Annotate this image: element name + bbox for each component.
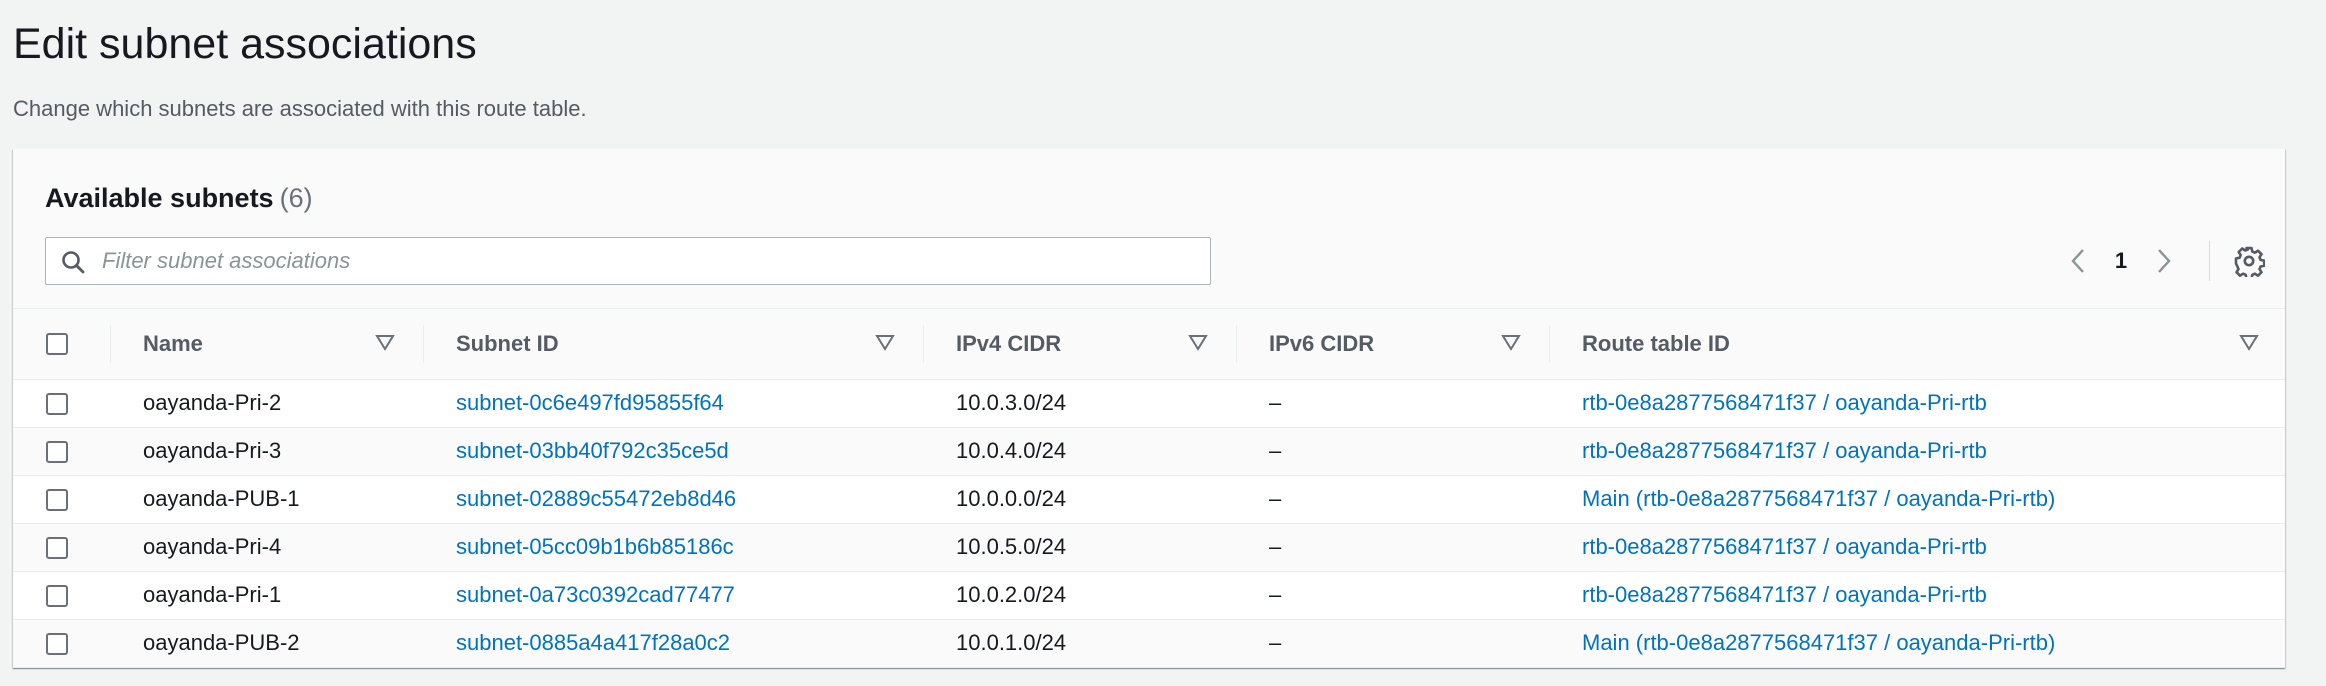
column-divider — [423, 325, 424, 364]
table-row[interactable]: oayanda-Pri-3 subnet-03bb40f792c35ce5d 1… — [13, 427, 2285, 475]
cell-ipv4-cidr: 10.0.4.0/24 — [956, 438, 1067, 463]
cell-name: oayanda-Pri-4 — [143, 534, 282, 559]
select-all-checkbox[interactable] — [46, 332, 68, 355]
subnet-id-link[interactable]: subnet-02889c55472eb8d46 — [456, 486, 736, 511]
route-table-link[interactable]: rtb-0e8a2877568471f37 / oayanda-Pri-rtb — [1582, 390, 1987, 415]
subnet-id-link[interactable]: subnet-0a73c0392cad77477 — [456, 582, 735, 607]
cell-ipv6-cidr: – — [1269, 486, 1282, 511]
page-description: Change which subnets are associated with… — [13, 96, 587, 121]
page: Edit subnet associations Change which su… — [0, 0, 2326, 686]
cell-ipv4-cidr: 10.0.3.0/24 — [956, 390, 1067, 415]
cell-ipv4-cidr: 10.0.5.0/24 — [956, 534, 1067, 559]
previous-page-button[interactable] — [2063, 243, 2093, 279]
cell-ipv6-cidr: – — [1269, 438, 1282, 463]
table-body: oayanda-Pri-2 subnet-0c6e497fd95855f64 1… — [13, 379, 2285, 667]
pagination: 1 — [2063, 241, 2179, 281]
column-divider — [1549, 325, 1550, 364]
column-header-ipv4-cidr[interactable]: IPv4 CIDR — [923, 309, 1236, 380]
panel-title-text: Available subnets — [45, 183, 274, 213]
route-table-link[interactable]: rtb-0e8a2877568471f37 / oayanda-Pri-rtb — [1582, 582, 1987, 607]
row-checkbox[interactable] — [46, 585, 68, 608]
column-label-route-table-id: Route table ID — [1582, 330, 1730, 356]
cell-ipv6-cidr: – — [1269, 630, 1282, 655]
column-label-ipv6-cidr: IPv6 CIDR — [1269, 330, 1375, 356]
cell-name: oayanda-PUB-1 — [143, 486, 300, 511]
cell-ipv6-cidr: – — [1269, 582, 1282, 607]
column-divider — [923, 325, 924, 364]
next-page-button[interactable] — [2149, 243, 2179, 279]
cell-name: oayanda-Pri-1 — [143, 582, 282, 607]
route-table-link[interactable]: Main (rtb-0e8a2877568471f37 / oayanda-Pr… — [1582, 630, 2055, 655]
subnet-id-link[interactable]: subnet-0c6e497fd95855f64 — [456, 390, 724, 415]
cell-name: oayanda-PUB-2 — [143, 630, 300, 655]
row-checkbox[interactable] — [46, 489, 68, 512]
sort-triangle-icon[interactable] — [375, 333, 395, 353]
table-row[interactable]: oayanda-PUB-2 subnet-0885a4a417f28a0c2 1… — [13, 619, 2285, 667]
row-checkbox[interactable] — [46, 441, 68, 464]
cell-ipv6-cidr: – — [1269, 534, 1282, 559]
subnet-id-link[interactable]: subnet-0885a4a417f28a0c2 — [456, 630, 730, 655]
column-divider — [110, 325, 111, 364]
table-row[interactable]: oayanda-Pri-1 subnet-0a73c0392cad77477 1… — [13, 571, 2285, 619]
column-label-ipv4-cidr: IPv4 CIDR — [956, 330, 1062, 356]
table-row[interactable]: oayanda-Pri-4 subnet-05cc09b1b6b85186c 1… — [13, 523, 2285, 571]
column-header-ipv6-cidr[interactable]: IPv6 CIDR — [1236, 309, 1549, 380]
panel-title: Available subnets (6) — [45, 179, 313, 217]
chevron-right-icon — [2158, 249, 2171, 273]
column-header-route-table-id[interactable]: Route table ID — [1549, 309, 2285, 380]
page-title: Edit subnet associations — [13, 20, 477, 68]
cell-name: oayanda-Pri-3 — [143, 438, 282, 463]
route-table-link[interactable]: Main (rtb-0e8a2877568471f37 / oayanda-Pr… — [1582, 486, 2055, 511]
route-table-link[interactable]: rtb-0e8a2877568471f37 / oayanda-Pri-rtb — [1582, 438, 1987, 463]
search-icon — [62, 251, 85, 274]
chevron-left-icon — [2071, 249, 2084, 273]
filter-box[interactable] — [45, 237, 1211, 285]
row-checkbox[interactable] — [46, 633, 68, 656]
cell-ipv4-cidr: 10.0.0.0/24 — [956, 486, 1067, 511]
gear-icon[interactable] — [2233, 245, 2265, 277]
sort-triangle-icon[interactable] — [1501, 333, 1521, 353]
column-label-name: Name — [143, 330, 203, 356]
column-divider — [1236, 325, 1237, 364]
subnets-table: Name Subnet ID IPv4 CIDR IPv6 CIDR Route… — [13, 309, 2285, 668]
subnet-id-link[interactable]: subnet-05cc09b1b6b85186c — [456, 534, 734, 559]
pager-divider — [2209, 241, 2210, 281]
filter-input[interactable] — [102, 238, 1202, 284]
subnet-id-link[interactable]: subnet-03bb40f792c35ce5d — [456, 438, 729, 463]
available-subnets-panel: Available subnets(6) 1 — [13, 149, 2285, 668]
column-header-subnet-id[interactable]: Subnet ID — [423, 309, 923, 380]
page-number-button[interactable]: 1 — [2093, 248, 2149, 274]
panel-header: Available subnets(6) 1 — [13, 149, 2285, 309]
cell-ipv4-cidr: 10.0.1.0/24 — [956, 630, 1067, 655]
cell-ipv4-cidr: 10.0.2.0/24 — [956, 582, 1067, 607]
panel-count: (6) — [279, 183, 313, 213]
sort-triangle-icon[interactable] — [2239, 333, 2259, 353]
header-select-all — [13, 309, 110, 380]
cell-name: oayanda-Pri-2 — [143, 390, 282, 415]
table-header-row: Name Subnet ID IPv4 CIDR IPv6 CIDR Route… — [13, 309, 2285, 380]
table-row[interactable]: oayanda-PUB-1 subnet-02889c55472eb8d46 1… — [13, 475, 2285, 523]
table-row[interactable]: oayanda-Pri-2 subnet-0c6e497fd95855f64 1… — [13, 379, 2285, 427]
column-header-name[interactable]: Name — [110, 309, 423, 380]
row-checkbox[interactable] — [46, 537, 68, 560]
sort-triangle-icon[interactable] — [1188, 333, 1208, 353]
sort-triangle-icon[interactable] — [875, 333, 895, 353]
column-label-subnet-id: Subnet ID — [456, 330, 559, 356]
row-checkbox[interactable] — [46, 393, 68, 416]
cell-ipv6-cidr: – — [1269, 390, 1282, 415]
route-table-link[interactable]: rtb-0e8a2877568471f37 / oayanda-Pri-rtb — [1582, 534, 1987, 559]
